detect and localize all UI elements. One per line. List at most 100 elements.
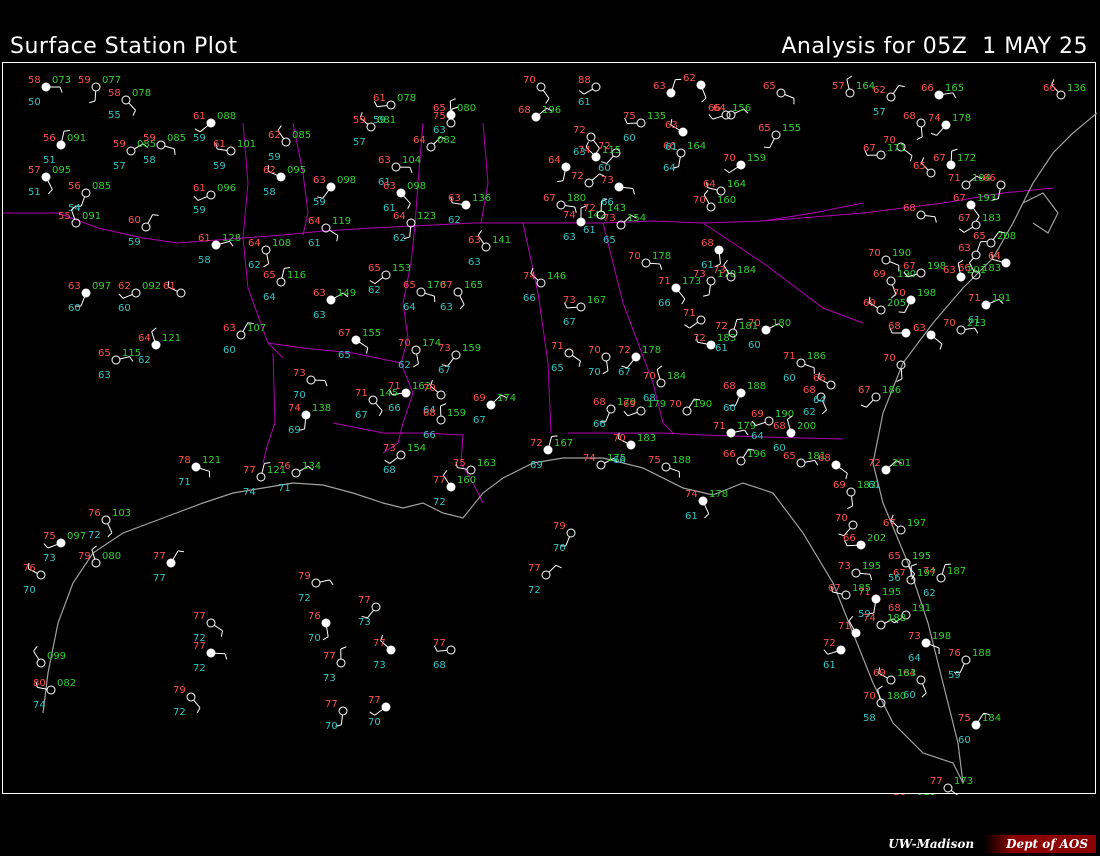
station-dewpoint: 68: [433, 660, 446, 671]
station-sky-cover: [206, 648, 216, 658]
station-sky-cover: [876, 150, 886, 160]
station-temperature: 69: [873, 668, 886, 679]
station-pressure: 159: [462, 343, 481, 354]
station-dewpoint: 59: [268, 152, 281, 163]
station-dewpoint: 66: [423, 430, 436, 441]
station-temperature: 76: [948, 648, 961, 659]
station-temperature: 75: [958, 713, 971, 724]
station: 7166173: [658, 276, 701, 309]
station-temperature: 68: [903, 203, 916, 214]
station-sky-cover: [206, 118, 216, 128]
station-sky-cover: [726, 428, 736, 438]
station-temperature: 61: [198, 233, 211, 244]
station-temperature: 79: [78, 551, 91, 562]
wind-barb-feather: [632, 188, 635, 195]
station: 88 61: [578, 75, 601, 108]
station-pressure: 178: [642, 345, 661, 356]
station-dewpoint: 70: [293, 390, 306, 401]
station-pressure: 173: [917, 793, 936, 795]
wind-barb: [214, 652, 226, 655]
wind-barb: [542, 89, 550, 99]
station: 7772: [193, 611, 224, 644]
station: 77 70: [325, 699, 348, 732]
station-temperature: 67: [828, 583, 841, 594]
station-sky-cover: [706, 276, 716, 286]
station-sky-cover: [426, 142, 436, 152]
station-temperature: 63: [468, 235, 481, 246]
station-sky-cover: [934, 90, 944, 100]
wind-barb-feather: [224, 653, 228, 660]
wind-barb: [728, 166, 738, 174]
station-dewpoint: 66: [601, 197, 614, 208]
station-pressure: 188: [672, 455, 691, 466]
station-temperature: 58: [28, 75, 41, 86]
station-temperature: 67: [858, 385, 871, 396]
station: 70 70: [588, 345, 611, 378]
wind-barb: [583, 88, 593, 95]
station-sky-cover: [676, 148, 686, 158]
station-pressure: 180: [567, 193, 586, 204]
station-temperature: 63: [313, 175, 326, 186]
station-sky-cover: [682, 406, 692, 416]
station-temperature: 72: [618, 345, 631, 356]
wind-barb: [892, 85, 900, 94]
station: 62: [683, 73, 707, 103]
station-sky-cover: [636, 118, 646, 128]
station-pressure: 159: [747, 153, 766, 164]
station-sky-cover: [846, 487, 856, 497]
station-temperature: 70: [723, 153, 736, 164]
station: 73 67 159: [438, 343, 481, 376]
wind-barb-feather: [911, 563, 918, 567]
station-sky-cover: [876, 620, 886, 630]
station: 72 61: [823, 638, 846, 671]
station-sky-cover: [381, 702, 391, 712]
station-dewpoint: 58: [143, 155, 156, 166]
station-pressure: 107: [247, 323, 266, 334]
wind-barb-feather: [708, 114, 714, 120]
station-temperature: 77: [325, 699, 338, 710]
station-sky-cover: [321, 618, 331, 628]
station: 70 178: [628, 251, 671, 270]
wind-barb-feather: [220, 630, 224, 637]
station-sky-cover: [996, 180, 1006, 190]
wind-barb-feather: [264, 462, 271, 464]
station-sky-cover: [764, 416, 774, 426]
wind-barb-feather: [823, 649, 829, 655]
station-sky-cover: [91, 558, 101, 568]
station-pressure: 186: [882, 385, 901, 396]
station-sky-cover: [736, 456, 746, 466]
station-temperature: 66: [983, 173, 996, 184]
station-sky-cover: [696, 80, 706, 90]
station-dewpoint: 63: [313, 310, 326, 321]
station: 74 69 138: [288, 403, 331, 436]
station-temperature: 58: [108, 88, 121, 99]
wind-barb-feather: [369, 711, 375, 716]
station: 75 60 135: [623, 111, 666, 144]
wind-barb: [449, 100, 452, 112]
wind-barb: [147, 214, 154, 224]
station-sky-cover: [81, 288, 91, 298]
station-sky-cover: [446, 645, 456, 655]
station-temperature: 88: [578, 75, 591, 86]
station-dewpoint: 63: [98, 370, 111, 381]
wind-barb-feather: [898, 311, 905, 313]
wind-barb: [329, 229, 339, 236]
station-pressure: 085: [292, 130, 311, 141]
station-dewpoint: 68: [643, 393, 656, 404]
station: 79 72: [298, 571, 334, 604]
station-dewpoint: 72: [88, 530, 101, 541]
wind-barb: [403, 195, 411, 204]
station-sky-cover: [338, 706, 348, 716]
border-line: [568, 432, 844, 440]
station: 70 160: [693, 189, 736, 212]
station-sky-cover: [396, 188, 406, 198]
station-dewpoint: 61: [701, 260, 714, 271]
station-dewpoint: 70: [588, 367, 601, 378]
station-temperature: 67: [903, 261, 916, 272]
station-sky-cover: [614, 182, 624, 192]
station-temperature: 76: [893, 793, 906, 795]
wind-barb-feather: [89, 100, 96, 104]
station: 73 68 154: [383, 443, 426, 476]
station-pressure: 183: [982, 213, 1001, 224]
station-sky-cover: [941, 120, 951, 130]
